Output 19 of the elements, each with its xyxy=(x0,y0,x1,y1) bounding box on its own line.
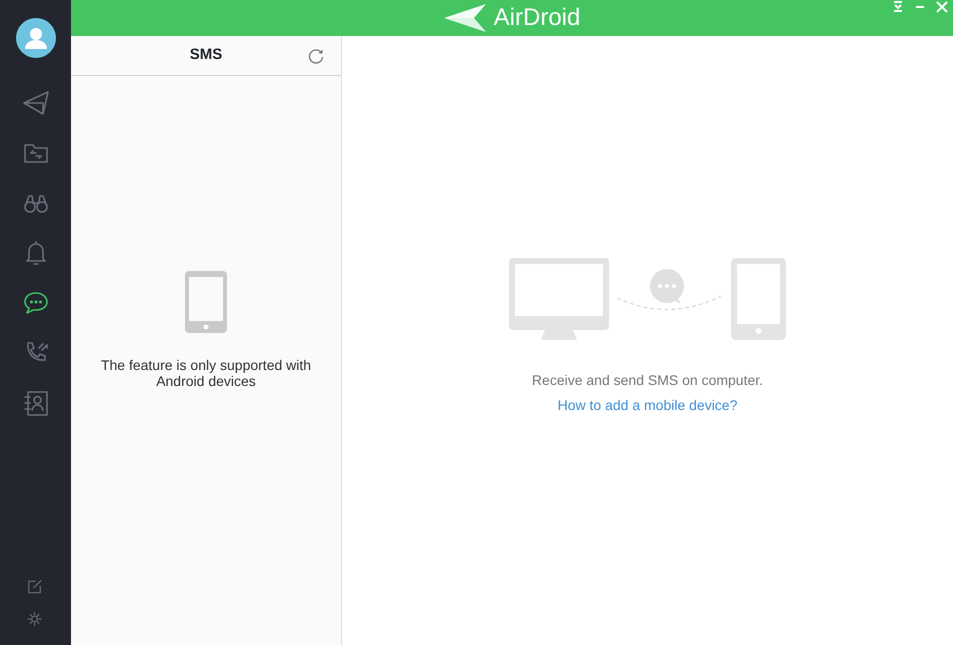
send-button[interactable] xyxy=(20,88,50,118)
paper-plane-icon xyxy=(444,4,488,32)
logo-text: AirDroid xyxy=(494,6,580,30)
panel-title: SMS xyxy=(190,45,222,66)
chat-icon xyxy=(22,289,50,317)
notice-text: The feature is only supported with Android devices xyxy=(100,357,312,389)
phone-icon xyxy=(185,271,227,333)
help-link[interactable]: How to add a mobile device? xyxy=(558,395,738,416)
refresh-button[interactable] xyxy=(307,47,325,65)
close-button[interactable] xyxy=(935,0,949,14)
collapse-button[interactable] xyxy=(891,0,905,14)
send-icon xyxy=(22,89,50,117)
avatar[interactable] xyxy=(16,18,56,58)
minimize-icon xyxy=(915,6,925,8)
description-text: Receive and send SMS on computer. xyxy=(532,371,764,390)
collapse-icon xyxy=(891,0,905,14)
contacts-icon xyxy=(22,389,50,417)
refresh-icon xyxy=(307,47,325,65)
close-icon xyxy=(935,0,949,14)
